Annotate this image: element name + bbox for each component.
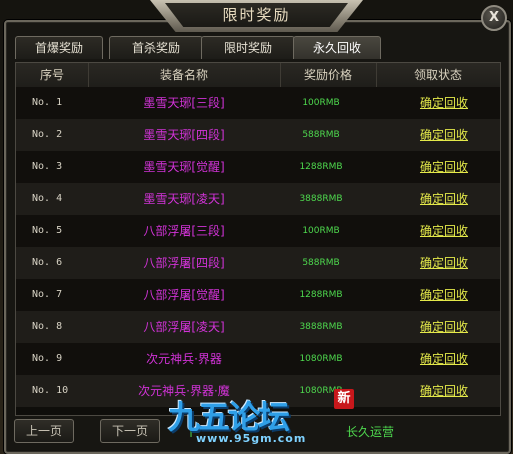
new-seal-icon: 新: [334, 389, 354, 409]
item-price: 3888RMB: [299, 194, 343, 204]
recycle-link[interactable]: 确定回收: [396, 279, 492, 311]
table-row: No. 8 八部浮屠[凌天] 3888RMB 确定回收: [16, 311, 500, 343]
item-name: 八部浮屠[凌天]: [143, 320, 225, 334]
header-status: 领取状态: [413, 68, 462, 82]
dialog-title: 限时奖励: [222, 6, 291, 24]
item-name: 墨雪天琊[三段]: [143, 96, 225, 110]
close-button[interactable]: X: [481, 5, 507, 31]
header-item-name: 装备名称: [159, 68, 208, 82]
item-price: 1080RMB: [299, 354, 343, 364]
header-price: 奖励价格: [303, 68, 352, 82]
item-price: 100RMB: [302, 226, 340, 236]
table-row: No. 3 墨雪天琊[觉醒] 1288RMB 确定回收: [16, 151, 500, 183]
row-index: No. 8: [32, 321, 63, 332]
recycle-link[interactable]: 确定回收: [396, 247, 492, 279]
tab-bar: 首爆奖励 首杀奖励 限时奖励 永久回收: [15, 36, 499, 60]
row-index: No. 3: [32, 161, 63, 172]
item-price: 588RMB: [302, 258, 340, 268]
recycle-link[interactable]: 确定回收: [396, 119, 492, 151]
recycle-link[interactable]: 确定回收: [396, 343, 492, 375]
item-name: 墨雪天琊[凌天]: [143, 192, 225, 206]
item-price: 1288RMB: [299, 162, 343, 172]
table-row: No. 5 八部浮屠[三段] 100RMB 确定回收: [16, 215, 500, 247]
row-index: No. 1: [32, 97, 63, 108]
tab-first-drop-reward[interactable]: 首爆奖励: [15, 36, 103, 59]
tab-limited-reward[interactable]: 限时奖励: [201, 36, 295, 59]
row-index: No. 5: [32, 225, 63, 236]
tab-first-kill-reward[interactable]: 首杀奖励: [109, 36, 203, 59]
row-index: No. 9: [32, 353, 63, 364]
table-row: No. 7 八部浮屠[觉醒] 1288RMB 确定回收: [16, 279, 500, 311]
item-price: 1288RMB: [299, 290, 343, 300]
item-price: 588RMB: [302, 130, 340, 140]
table-row: No. 2 墨雪天琊[四段] 588RMB 确定回收: [16, 119, 500, 151]
row-index: No. 6: [32, 257, 63, 268]
recycle-link[interactable]: 确定回收: [396, 183, 492, 215]
table-row: No. 6 八部浮屠[四段] 588RMB 确定回收: [16, 247, 500, 279]
item-name: 墨雪天琊[四段]: [143, 128, 225, 142]
recycle-link[interactable]: 确定回收: [396, 311, 492, 343]
item-name: 八部浮屠[四段]: [143, 256, 225, 270]
item-price: 100RMB: [302, 98, 340, 108]
row-index: No. 4: [32, 193, 63, 204]
next-page-button[interactable]: 下一页: [100, 419, 160, 443]
item-name: 墨雪天琊[觉醒]: [143, 160, 225, 174]
recycle-link[interactable]: 确定回收: [396, 215, 492, 247]
item-name: 八部浮屠[觉醒]: [143, 288, 225, 302]
item-name: 次元神兵·界器: [146, 352, 222, 366]
table-row: No. 4 墨雪天琊[凌天] 3888RMB 确定回收: [16, 183, 500, 215]
item-price: 3888RMB: [299, 322, 343, 332]
footer-slogan: 长久运营: [346, 425, 395, 439]
recycle-link[interactable]: 确定回收: [396, 87, 492, 119]
table-row: No. 9 次元神兵·界器 1080RMB 确定回收: [16, 343, 500, 375]
table-row: No. 1 墨雪天琊[三段] 100RMB 确定回收: [16, 87, 500, 119]
reward-table: 序号 装备名称 奖励价格 领取状态 No. 1 墨雪天琊[三段] 100RMB …: [15, 62, 501, 416]
header-index: 序号: [39, 68, 64, 82]
table-header: 序号 装备名称 奖励价格 领取状态: [16, 63, 500, 88]
row-index: No. 10: [32, 385, 69, 396]
row-index: No. 7: [32, 289, 63, 300]
row-index: No. 2: [32, 129, 63, 140]
tab-permanent-recycle[interactable]: 永久回收: [293, 36, 381, 59]
recycle-link[interactable]: 确定回收: [396, 151, 492, 183]
close-icon: X: [488, 10, 500, 25]
prev-page-button[interactable]: 上一页: [14, 419, 74, 443]
item-name: 八部浮屠[三段]: [143, 224, 225, 238]
recycle-link[interactable]: 确定回收: [396, 375, 492, 407]
watermark-url: www.95gm.com: [196, 432, 307, 445]
